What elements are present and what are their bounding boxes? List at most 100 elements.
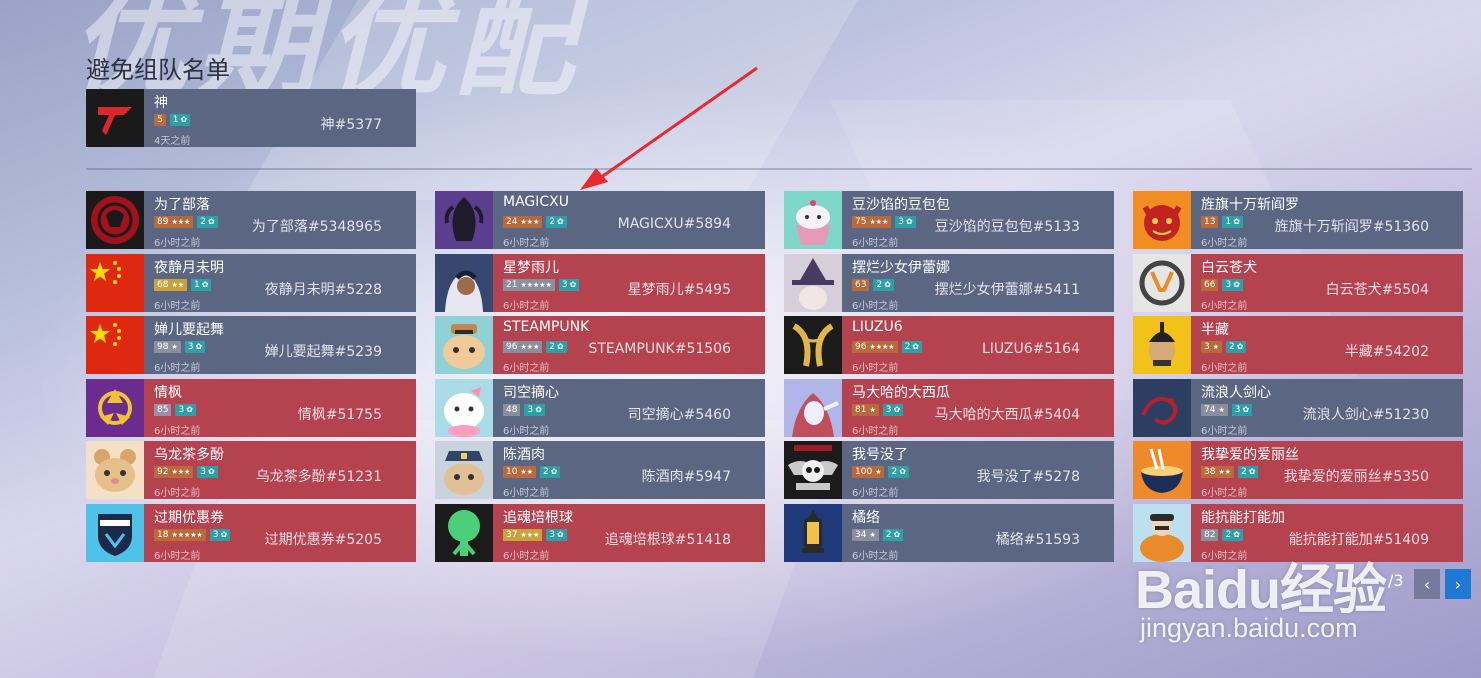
endorsement-level: 1 bbox=[172, 115, 179, 125]
widowmaker-icon bbox=[435, 191, 493, 249]
endorsement-level: 3 bbox=[200, 467, 207, 478]
player-card[interactable]: 星梦雨儿 21 ★★★★★ 3 ✿ 6小时之前 星梦雨儿#5495 bbox=[435, 253, 765, 312]
endorsement-icon: ✿ bbox=[1233, 279, 1240, 289]
endorsement-icon: ✿ bbox=[220, 530, 228, 539]
battletag: LIUZU6#5164 bbox=[981, 341, 1080, 358]
hamster-icon bbox=[86, 441, 144, 500]
endorsement-badge: 2 ✿ bbox=[1222, 529, 1243, 541]
level-value: 75 bbox=[855, 217, 867, 227]
green-tree-icon bbox=[435, 504, 493, 562]
endorsement-badge: 2 ✿ bbox=[197, 216, 218, 228]
battletag: 马大哈的大西瓜#5404 bbox=[934, 406, 1080, 423]
level-badge: 98 ★ bbox=[154, 341, 181, 354]
player-name: LIUZU6 bbox=[852, 319, 903, 336]
level-badge: 21 ★★★★★ bbox=[503, 278, 555, 291]
china-flag-icon bbox=[86, 253, 144, 312]
player-card[interactable]: 我号没了 100 ★ 2 ✿ 6小时之前 我号没了#5278 bbox=[784, 441, 1114, 500]
player-card[interactable]: 婵儿要起舞 98 ★ 3 ✿ 6小时之前 婵儿要起舞#5239 bbox=[86, 316, 416, 375]
level-value: 82 bbox=[1204, 530, 1216, 540]
endorsement-icon: ✿ bbox=[557, 217, 564, 226]
last-played-time: 6小时之前 bbox=[1201, 238, 1248, 249]
level-badge: 96 ★★★★ bbox=[852, 341, 898, 354]
last-played-time: 6小时之前 bbox=[503, 238, 550, 249]
player-name: 半藏 bbox=[1201, 322, 1229, 339]
player-card[interactable]: 流浪人剑心 74 ★ 3 ✿ 6小时之前 流浪人剑心#51230 bbox=[1133, 378, 1463, 437]
endorsement-badge: 2 ✿ bbox=[888, 466, 909, 479]
battletag: MAGICXU#5894 bbox=[617, 216, 731, 232]
level-badge: 3 ★ bbox=[1201, 341, 1223, 354]
level-value: 98 bbox=[157, 342, 169, 353]
endorsement-level: 3 bbox=[885, 404, 892, 415]
last-played-time: 6小时之前 bbox=[154, 488, 201, 500]
level-value: 68 bbox=[157, 279, 169, 290]
endorsement-badge: 2 ✿ bbox=[1238, 466, 1259, 479]
player-card[interactable]: 旌旗十万斩阎罗 13 1 ✿ 6小时之前 旌旗十万斩阎罗#51360 bbox=[1133, 191, 1463, 249]
star-rating: ★★★ bbox=[520, 531, 540, 539]
level-value: 5 bbox=[157, 115, 163, 125]
battletag: 情枫#51755 bbox=[297, 406, 382, 423]
level-value: 37 bbox=[506, 530, 518, 540]
badges: 82 2 ✿ bbox=[1201, 529, 1243, 541]
player-card[interactable]: 我挚爱的爱丽丝 38 ★★ 2 ✿ 6小时之前 我挚爱的爱丽丝#5350 bbox=[1133, 441, 1463, 500]
next-page-button[interactable]: › bbox=[1445, 569, 1471, 599]
level-badge: 5 bbox=[154, 114, 166, 126]
cupcake-icon bbox=[784, 191, 842, 249]
level-value: 74 bbox=[1204, 404, 1216, 415]
star-rating: ★★★ bbox=[520, 218, 540, 226]
last-played-time: 6小时之前 bbox=[154, 363, 201, 375]
player-card[interactable]: MAGICXU 24 ★★★ 2 ✿ 6小时之前 MAGICXU#5894 bbox=[435, 191, 765, 249]
badges: 96 ★★★ 2 ✿ bbox=[503, 341, 567, 354]
battletag: 夜静月未明#5228 bbox=[264, 281, 382, 298]
player-card[interactable]: 橘络 34 ★ 2 ✿ 6小时之前 橘络#51593 bbox=[784, 504, 1114, 562]
endorsement-badge: 3 ✿ bbox=[197, 466, 218, 479]
endorsement-level: 2 bbox=[1225, 530, 1232, 540]
badges: 24 ★★★ 2 ✿ bbox=[503, 216, 567, 228]
endorsement-badge: 1 ✿ bbox=[191, 278, 212, 291]
london-spitfire-icon bbox=[86, 504, 144, 562]
watermark: Baidu经验 jingyan.baidu.com bbox=[1135, 545, 1387, 643]
badges: 21 ★★★★★ 3 ✿ bbox=[503, 278, 580, 291]
player-card[interactable]: 豆沙馅的豆包包 75 ★★★ 3 ✿ 6小时之前 豆沙馅的豆包包#5133 bbox=[784, 191, 1114, 249]
badges: 100 ★ 2 ✿ bbox=[852, 466, 909, 479]
divider bbox=[86, 168, 1472, 170]
player-card[interactable]: 司空摘心 48 3 ✿ 6小时之前 司空摘心#5460 bbox=[435, 378, 765, 437]
endorsement-level: 1 bbox=[1225, 217, 1232, 227]
ramen-icon bbox=[1133, 441, 1191, 500]
last-played-time: 6小时之前 bbox=[1201, 363, 1248, 375]
player-card[interactable]: 半藏 3 ★ 2 ✿ 6小时之前 半藏#54202 bbox=[1133, 316, 1463, 375]
last-played-time: 6小时之前 bbox=[852, 300, 899, 312]
endorsement-badge: 2 ✿ bbox=[873, 278, 894, 291]
endorsement-level: 3 bbox=[527, 404, 534, 415]
player-card[interactable]: 情枫 85 3 ✿ 6小时之前 情枫#51755 bbox=[86, 378, 416, 437]
endorsement-level: 3 bbox=[1225, 279, 1232, 290]
player-name: MAGICXU bbox=[503, 194, 570, 210]
endorsement-badge: 2 ✿ bbox=[546, 216, 567, 228]
player-card[interactable]: LIUZU6 96 ★★★★ 2 ✿ 6小时之前 LIUZU6#5164 bbox=[784, 316, 1114, 375]
player-card[interactable]: STEAMPUNK 96 ★★★ 2 ✿ 6小时之前 STEAMPUNK#51506 bbox=[435, 316, 765, 375]
endorsement-icon: ✿ bbox=[535, 404, 542, 414]
prev-page-button[interactable]: ‹ bbox=[1414, 569, 1440, 599]
endorsement-level: 3 bbox=[178, 404, 185, 415]
player-card[interactable]: 马大哈的大西瓜 81 ★ 3 ✿ 6小时之前 马大哈的大西瓜#5404 bbox=[784, 378, 1114, 437]
player-card[interactable]: 夜静月未明 68 ★★ 1 ✿ 6小时之前 夜静月未明#5228 bbox=[86, 253, 416, 312]
endorsement-badge: 1 ✿ bbox=[1222, 216, 1243, 228]
badges: 63 2 ✿ bbox=[852, 278, 894, 291]
player-card[interactable]: 白云苍犬 66 3 ✿ 6小时之前 白云苍犬#5504 bbox=[1133, 253, 1463, 312]
badges: 85 3 ✿ bbox=[154, 403, 196, 416]
player-card[interactable]: 摆烂少女伊蕾娜 63 2 ✿ 6小时之前 摆烂少女伊蕾娜#5411 bbox=[784, 253, 1114, 312]
endorsement-badge: 2 ✿ bbox=[540, 466, 561, 479]
battletag: 婵儿要起舞#5239 bbox=[264, 344, 382, 361]
badges: 81 ★ 3 ✿ bbox=[852, 403, 904, 416]
player-name: 星梦雨儿 bbox=[503, 259, 559, 276]
player-card[interactable]: 陈酒肉 10 ★★ 2 ✿ 6小时之前 陈酒肉#5947 bbox=[435, 441, 765, 500]
endorsement-badge: 3 ✿ bbox=[1222, 278, 1243, 291]
battletag: 乌龙茶多酚#51231 bbox=[255, 469, 382, 486]
player-card[interactable]: 为了部落 89 ★★★ 2 ✿ 6小时之前 为了部落#5348965 bbox=[86, 191, 416, 249]
player-card[interactable]: 过期优惠券 18 ★★★★★ 3 ✿ 6小时之前 过期优惠券#5205 bbox=[86, 504, 416, 562]
player-card[interactable]: 追魂培根球 37 ★★★ 3 ✿ 6小时之前 追魂培根球#51418 bbox=[435, 504, 765, 562]
badges: 3 ★ 2 ✿ bbox=[1201, 341, 1247, 354]
battletag: 陈酒肉#5947 bbox=[641, 469, 731, 486]
player-card[interactable]: 神 5 1 ✿ 4天之前 神#5377 bbox=[86, 89, 416, 147]
endorsement-icon: ✿ bbox=[1233, 530, 1240, 539]
player-card[interactable]: 乌龙茶多酚 92 ★★★ 3 ✿ 6小时之前 乌龙茶多酚#51231 bbox=[86, 441, 416, 500]
